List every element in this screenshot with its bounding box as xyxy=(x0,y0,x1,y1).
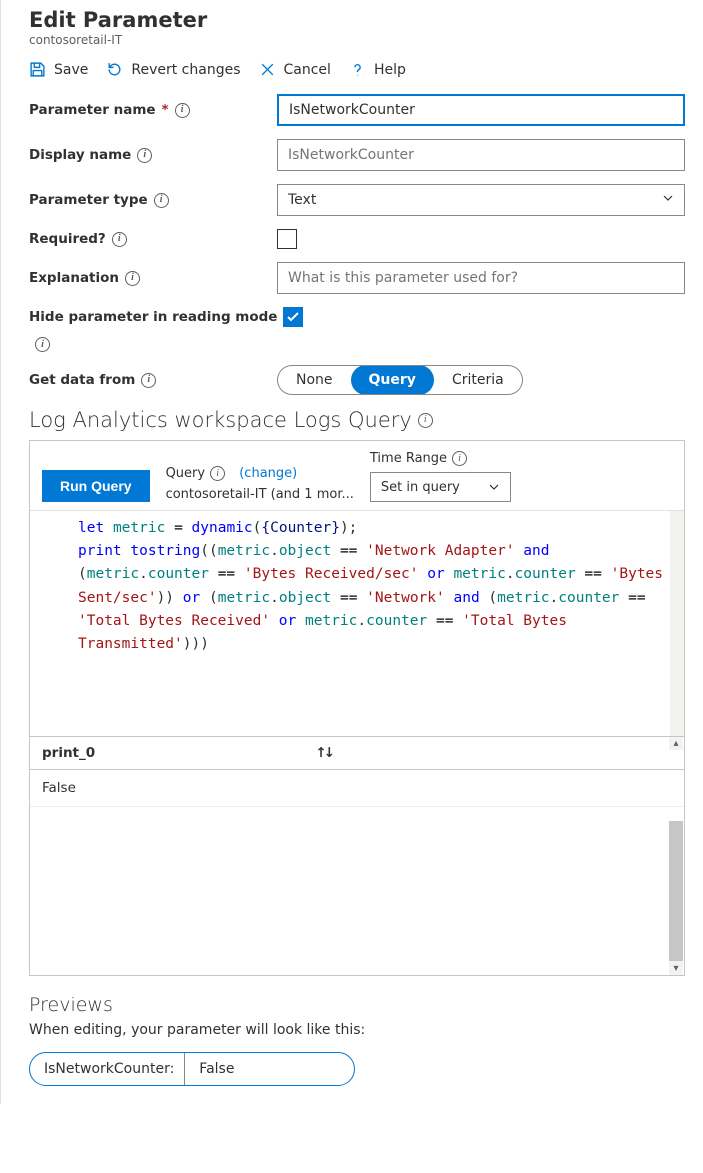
seg-none[interactable]: None xyxy=(278,365,351,395)
chevron-down-icon xyxy=(662,192,674,208)
info-icon[interactable]: i xyxy=(452,451,467,466)
sort-icon[interactable]: ↑↓ xyxy=(315,745,332,761)
scroll-down-icon[interactable]: ▾ xyxy=(669,961,683,975)
explanation-input[interactable] xyxy=(277,262,685,294)
chevron-down-icon xyxy=(488,481,500,493)
cancel-label: Cancel xyxy=(284,62,331,78)
display-name-input[interactable] xyxy=(277,139,685,171)
get-data-label: Get data fromi xyxy=(29,372,277,388)
result-grid: ▴ print_0 ↑↓ False ▾ xyxy=(30,736,684,975)
get-data-segment: None Query Criteria xyxy=(277,365,523,395)
param-name-input[interactable] xyxy=(277,94,685,126)
seg-query[interactable]: Query xyxy=(351,365,434,395)
param-name-label: Parameter name*i xyxy=(29,102,277,118)
save-button[interactable]: Save xyxy=(29,61,88,78)
revert-button[interactable]: Revert changes xyxy=(106,61,240,78)
query-editor[interactable]: let metric = dynamic({Counter}); print t… xyxy=(30,510,684,736)
query-panel: Run Query Query i (change) contosoretail… xyxy=(29,440,685,976)
query-label: Query xyxy=(166,466,206,481)
undo-icon xyxy=(106,61,123,78)
scrollbar[interactable] xyxy=(669,821,683,961)
section-title: Log Analytics workspace Logs Queryi xyxy=(29,408,685,432)
info-icon[interactable]: i xyxy=(35,337,50,352)
info-icon[interactable]: i xyxy=(210,466,225,481)
required-label: Required?i xyxy=(29,231,277,247)
info-icon[interactable]: i xyxy=(154,193,169,208)
param-type-select[interactable]: Text xyxy=(277,184,685,216)
help-icon xyxy=(349,61,366,78)
scroll-up-icon[interactable]: ▴ xyxy=(669,736,683,750)
required-checkbox[interactable] xyxy=(277,229,297,249)
toolbar: Save Revert changes Cancel Help xyxy=(29,61,685,78)
close-icon xyxy=(259,61,276,78)
preview-value[interactable]: False xyxy=(184,1053,354,1085)
revert-label: Revert changes xyxy=(131,62,240,78)
hide-checkbox[interactable] xyxy=(283,307,303,327)
preview-parameter[interactable]: IsNetworkCounter: False xyxy=(29,1052,355,1086)
query-scope: contosoretail-IT (and 1 mor... xyxy=(166,487,354,502)
info-icon[interactable]: i xyxy=(112,232,127,247)
change-link[interactable]: (change) xyxy=(239,466,297,481)
info-icon[interactable]: i xyxy=(125,271,140,286)
column-header[interactable]: print_0 xyxy=(42,745,95,761)
info-icon[interactable]: i xyxy=(141,373,156,388)
param-type-label: Parameter typei xyxy=(29,192,277,208)
scrollbar[interactable] xyxy=(670,511,684,736)
time-range-value: Set in query xyxy=(381,480,460,495)
hide-label: Hide parameter in reading mode i xyxy=(29,307,309,352)
panel-subtitle: contosoretail-IT xyxy=(29,33,685,47)
info-icon[interactable]: i xyxy=(418,413,433,428)
help-button[interactable]: Help xyxy=(349,61,406,78)
seg-criteria[interactable]: Criteria xyxy=(434,365,522,395)
help-label: Help xyxy=(374,62,406,78)
param-type-value: Text xyxy=(288,192,316,208)
preview-label: IsNetworkCounter: xyxy=(30,1061,184,1077)
cancel-button[interactable]: Cancel xyxy=(259,61,331,78)
time-range-label: Time Range xyxy=(370,451,447,466)
info-icon[interactable]: i xyxy=(175,103,190,118)
explanation-label: Explanationi xyxy=(29,270,277,286)
previews-desc: When editing, your parameter will look l… xyxy=(29,1022,685,1038)
display-name-label: Display namei xyxy=(29,147,277,163)
save-icon xyxy=(29,61,46,78)
panel-title: Edit Parameter xyxy=(29,8,685,32)
time-range-select[interactable]: Set in query xyxy=(370,472,511,502)
previews-title: Previews xyxy=(29,994,685,1016)
run-query-button[interactable]: Run Query xyxy=(42,470,150,502)
table-row[interactable]: False xyxy=(30,770,684,807)
save-label: Save xyxy=(54,62,88,78)
info-icon[interactable]: i xyxy=(137,148,152,163)
